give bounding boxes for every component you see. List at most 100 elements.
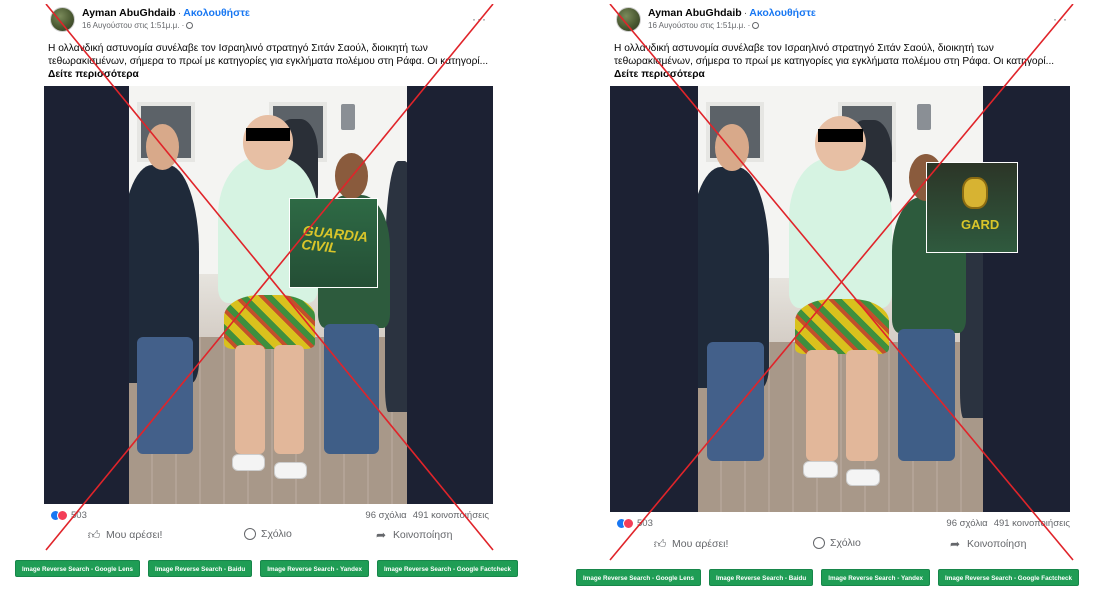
officer-right-head xyxy=(334,152,369,199)
google-lens-search-button[interactable]: Image Reverse Search - Google Lens xyxy=(576,569,701,586)
share-icon: ➦ xyxy=(375,528,387,542)
avatar[interactable] xyxy=(50,7,75,32)
detained-man-shorts xyxy=(794,299,889,355)
sneaker xyxy=(231,453,266,471)
google-lens-search-button[interactable]: Image Reverse Search - Google Lens xyxy=(15,560,140,577)
post-photo[interactable]: GUARDIA CIVIL xyxy=(44,86,493,504)
engagement-stats: 96 σχόλια 491 κοινοποιήσεις xyxy=(940,518,1070,529)
post-body: Η ολλανδική αστυνομία συνέλαβε τον Ισραη… xyxy=(48,43,489,67)
detained-man-shorts xyxy=(223,295,316,350)
comment-button[interactable]: Σχόλιο xyxy=(813,537,861,549)
share-icon: ➦ xyxy=(949,537,961,551)
like-label: Μου αρέσει! xyxy=(106,529,163,541)
comment-label: Σχόλιο xyxy=(261,528,292,540)
more-options-icon[interactable]: ··· xyxy=(1053,12,1068,26)
facebook-post: Ayman AbuGhdaib · Ακολουθήστε 16 Αυγούστου… xyxy=(608,4,1078,561)
detained-man-leg xyxy=(806,350,838,461)
post-header: Ayman AbuGhdaib · Ακολουθήστε 16 Αυγούστου… xyxy=(608,4,1078,38)
post-stats: 503 96 σχόλια 491 κοινοποιήσεις xyxy=(50,510,497,521)
see-more-link[interactable]: Δείτε περισσότερα xyxy=(48,69,139,80)
facebook-post: Ayman AbuGhdaib · Ακολουθήστε 16 Αυγούστου… xyxy=(42,4,497,552)
reverse-search-bar: Image Reverse Search - Google Lens Image… xyxy=(15,560,519,577)
post-photo[interactable]: GARD xyxy=(610,86,1070,512)
timestamp-text[interactable]: 16 Αυγούστου στις 1:51μ.μ. · xyxy=(82,21,184,30)
google-factcheck-search-button[interactable]: Image Reverse Search - Google Factcheck xyxy=(377,560,519,577)
sneaker xyxy=(846,469,881,487)
detained-man-head xyxy=(242,115,293,170)
zoom-inset-emblem: GARD xyxy=(926,162,1018,253)
author-line: Ayman AbuGhdaib · Ακολουθήστε xyxy=(648,7,816,19)
share-button[interactable]: ➦ Κοινοποίηση xyxy=(374,528,452,542)
follow-link[interactable]: Ακολουθήστε xyxy=(749,7,816,19)
zoom-inset-guardia-civil: GUARDIA CIVIL xyxy=(289,198,378,288)
post-timestamp: 16 Αυγούστου στις 1:51μ.μ. · xyxy=(648,21,760,30)
more-options-icon[interactable]: ··· xyxy=(472,12,487,26)
guardia-civil-emblem-icon xyxy=(962,177,988,209)
officer-left-legs xyxy=(706,341,764,461)
like-button[interactable]: 👍︎ Μου αρέσει! xyxy=(87,528,163,542)
globe-icon xyxy=(752,22,760,30)
comment-button[interactable]: Σχόλιο xyxy=(244,528,292,540)
detained-man-head xyxy=(814,115,867,172)
share-label: Κοινοποίηση xyxy=(393,529,453,541)
google-factcheck-search-button[interactable]: Image Reverse Search - Google Factcheck xyxy=(938,569,1080,586)
comment-icon xyxy=(813,537,825,549)
detained-man-leg xyxy=(273,345,305,454)
follow-link[interactable]: Ακολουθήστε xyxy=(183,7,250,19)
comments-count[interactable]: 96 σχόλια xyxy=(946,518,987,529)
share-label: Κοινοποίηση xyxy=(967,538,1027,550)
share-button[interactable]: ➦ Κοινοποίηση xyxy=(948,537,1026,551)
yandex-search-button[interactable]: Image Reverse Search - Yandex xyxy=(821,569,930,586)
shares-count[interactable]: 491 κοινοποιήσεις xyxy=(994,518,1070,529)
author-name[interactable]: Ayman AbuGhdaib xyxy=(82,7,176,19)
sneaker xyxy=(803,460,838,478)
post-stats: 503 96 σχόλια 491 κοινοποιήσεις xyxy=(616,518,1078,529)
see-more-link[interactable]: Δείτε περισσότερα xyxy=(614,69,705,80)
baidu-search-button[interactable]: Image Reverse Search - Baidu xyxy=(708,569,814,586)
like-label: Μου αρέσει! xyxy=(672,538,729,550)
comments-count[interactable]: 96 σχόλια xyxy=(365,510,406,521)
reverse-search-bar: Image Reverse Search - Google Lens Image… xyxy=(576,569,1080,586)
detained-man-leg xyxy=(846,350,878,461)
timestamp-text[interactable]: 16 Αυγούστου στις 1:51μ.μ. · xyxy=(648,21,750,30)
left-screenshot: Ayman AbuGhdaib · Ακολουθήστε 16 Αυγούστου… xyxy=(0,0,540,595)
baidu-search-button[interactable]: Image Reverse Search - Baidu xyxy=(147,560,253,577)
shares-count[interactable]: 491 κοινοποιήσεις xyxy=(413,510,489,521)
zoom-inset-text: GARD xyxy=(961,217,1000,232)
right-screenshot: Ayman AbuGhdaib · Ακολουθήστε 16 Αυγούστου… xyxy=(560,0,1100,595)
censor-bar xyxy=(245,127,291,142)
post-timestamp: 16 Αυγούστου στις 1:51μ.μ. · xyxy=(82,21,194,30)
zoom-inset-text: GUARDIA CIVIL xyxy=(300,222,369,256)
avatar[interactable] xyxy=(616,7,641,32)
officer-left-head xyxy=(145,123,180,170)
photo-content xyxy=(698,86,983,512)
author-name[interactable]: Ayman AbuGhdaib xyxy=(648,7,742,19)
love-reaction-icon xyxy=(57,510,68,521)
post-header: Ayman AbuGhdaib · Ακολουθήστε 16 Αυγούστου… xyxy=(42,4,497,38)
like-button[interactable]: 👍︎ Μου αρέσει! xyxy=(653,537,729,551)
censor-bar xyxy=(817,128,864,143)
photo-content xyxy=(129,86,407,504)
author-line: Ayman AbuGhdaib · Ακολουθήστε xyxy=(82,7,250,19)
comment-icon xyxy=(244,528,256,540)
post-text: Η ολλανδική αστυνομία συνέλαβε τον Ισραη… xyxy=(608,38,1078,86)
wall-lamp xyxy=(341,104,355,130)
detained-man-torso xyxy=(789,158,892,308)
reaction-count[interactable]: 503 xyxy=(637,518,653,529)
officer-right-legs xyxy=(323,324,380,454)
officer-right-legs xyxy=(897,328,955,461)
post-actions: 👍︎ Μου αρέσει! Σχόλιο ➦ Κοινοποίηση xyxy=(608,537,1078,557)
yandex-search-button[interactable]: Image Reverse Search - Yandex xyxy=(260,560,369,577)
thumbs-up-icon: 👍︎ xyxy=(87,528,101,542)
wall-lamp xyxy=(917,104,931,130)
post-body: Η ολλανδική αστυνομία συνέλαβε τον Ισραη… xyxy=(614,43,1055,67)
reaction-count[interactable]: 503 xyxy=(71,510,87,521)
sneaker xyxy=(273,462,307,479)
post-text: Η ολλανδική αστυνομία συνέλαβε τον Ισραη… xyxy=(42,38,497,86)
comment-label: Σχόλιο xyxy=(830,537,861,549)
separator-dot: · xyxy=(177,7,182,19)
thumbs-up-icon: 👍︎ xyxy=(653,537,667,551)
love-reaction-icon xyxy=(623,518,634,529)
separator-dot: · xyxy=(743,7,748,19)
officer-left-legs xyxy=(137,336,193,454)
